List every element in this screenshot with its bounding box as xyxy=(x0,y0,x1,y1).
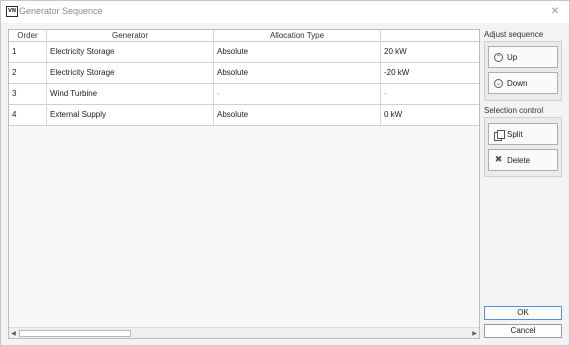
app-logo-icon: VN xyxy=(6,6,18,17)
table-row[interactable]: 1 Electricity Storage Absolute 20 kW xyxy=(9,42,479,63)
scroll-left-icon[interactable]: ◀ xyxy=(9,329,18,338)
up-button-label: Up xyxy=(507,53,518,62)
chevron-up-circle-icon: ⌃ xyxy=(494,53,503,62)
cell-order: 2 xyxy=(9,63,47,83)
generator-sequence-window: VN Generator Sequence ✕ Order Generator … xyxy=(0,0,570,346)
window-title: Generator Sequence xyxy=(19,6,103,16)
cell-allocation-type: Absolute xyxy=(214,63,381,83)
cancel-button[interactable]: Cancel xyxy=(484,324,562,338)
cell-value: - xyxy=(384,89,387,98)
split-button-label: Split xyxy=(507,130,523,139)
cell-value: 20 kW xyxy=(384,47,407,56)
table-row[interactable]: 2 Electricity Storage Absolute -20 kW xyxy=(9,63,479,84)
generator-sequence-grid: Order Generator Allocation Type 1 Electr… xyxy=(8,29,480,339)
split-copy-icon xyxy=(494,130,505,141)
column-header-order[interactable]: Order xyxy=(9,30,47,42)
down-button[interactable]: ⌄ Down xyxy=(488,72,558,94)
close-icon[interactable]: ✕ xyxy=(547,4,563,20)
adjust-sequence-group: ⌃ Up ⌄ Down xyxy=(484,41,562,101)
table-row[interactable]: 4 External Supply Absolute 0 kW xyxy=(9,105,479,126)
column-header-generator[interactable]: Generator xyxy=(47,30,214,42)
ok-button[interactable]: OK xyxy=(484,306,562,320)
column-header-value[interactable] xyxy=(381,30,479,42)
selection-control-label: Selection control xyxy=(484,106,544,115)
cell-generator: Electricity Storage xyxy=(47,63,214,83)
delete-button-label: Delete xyxy=(507,156,531,165)
cell-order: 1 xyxy=(9,42,47,62)
cell-generator: External Supply xyxy=(47,105,214,125)
split-button[interactable]: Split xyxy=(488,123,558,145)
cell-value: 0 kW xyxy=(384,110,403,119)
cell-generator: Wind Turbine xyxy=(47,84,214,104)
column-header-allocation-type[interactable]: Allocation Type xyxy=(214,30,381,42)
scrollbar-thumb[interactable] xyxy=(19,330,131,337)
adjust-sequence-label: Adjust sequence xyxy=(484,30,544,39)
cell-allocation-type: Absolute xyxy=(214,42,381,62)
cell-order: 3 xyxy=(9,84,47,104)
selection-control-group: Split ✖ Delete xyxy=(484,117,562,177)
grid-header: Order Generator Allocation Type xyxy=(9,30,479,42)
chevron-down-circle-icon: ⌄ xyxy=(494,79,503,88)
cell-allocation-type: - xyxy=(214,84,381,104)
cell-value: -20 kW xyxy=(384,68,410,77)
table-row[interactable]: 3 Wind Turbine - - xyxy=(9,84,479,105)
cell-allocation-type: Absolute xyxy=(214,105,381,125)
horizontal-scrollbar[interactable]: ◀ ▶ xyxy=(9,327,479,338)
up-button[interactable]: ⌃ Up xyxy=(488,46,558,68)
delete-button[interactable]: ✖ Delete xyxy=(488,149,558,171)
down-button-label: Down xyxy=(507,79,528,88)
cell-order: 4 xyxy=(9,105,47,125)
delete-x-icon: ✖ xyxy=(494,155,503,165)
title-bar: VN Generator Sequence ✕ xyxy=(1,1,569,23)
scroll-right-icon[interactable]: ▶ xyxy=(470,329,479,338)
cell-generator: Electricity Storage xyxy=(47,42,214,62)
